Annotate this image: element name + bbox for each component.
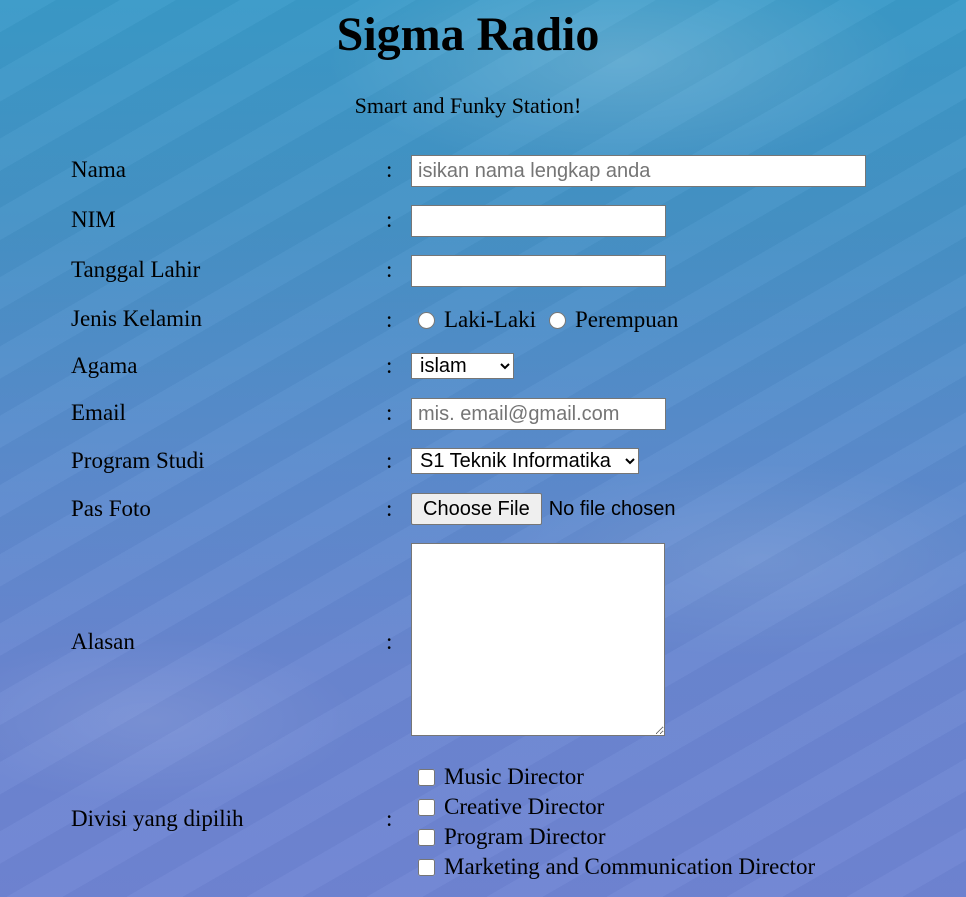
jenis-kelamin-colon: : — [386, 307, 393, 332]
agama-select[interactable]: islam — [411, 353, 514, 379]
divisi-option: Marketing and Communication Director — [411, 852, 815, 882]
email-label: Email — [71, 400, 126, 425]
divisi-checkbox-group: Music Director Creative Director Program… — [411, 762, 815, 882]
program-studi-select[interactable]: S1 Teknik Informatika — [411, 448, 639, 474]
email-colon: : — [386, 400, 393, 425]
divisi-option: Creative Director — [411, 792, 815, 822]
jenis-kelamin-label: Jenis Kelamin — [71, 306, 202, 331]
divisi-option: Program Director — [411, 822, 815, 852]
checkbox-creative-director[interactable] — [418, 798, 435, 816]
tanggal-lahir-label: Tanggal Lahir — [71, 257, 201, 282]
agama-label: Agama — [71, 353, 138, 378]
tanggal-lahir-input[interactable] — [411, 255, 666, 287]
radio-laki-laki-label: Laki-Laki — [444, 307, 536, 332]
divisi-option: Music Director — [411, 762, 815, 792]
checkbox-marketing-communication-director[interactable] — [418, 858, 435, 876]
agama-colon: : — [386, 353, 393, 378]
radio-laki-laki[interactable] — [418, 311, 435, 329]
program-studi-label: Program Studi — [71, 448, 205, 473]
pas-foto-label: Pas Foto — [71, 496, 151, 521]
page-title: Sigma Radio — [336, 8, 600, 61]
choose-file-button[interactable]: Choose File — [411, 493, 542, 525]
nim-input[interactable] — [411, 205, 666, 237]
divisi-label: Divisi yang dipilih — [71, 806, 244, 831]
file-status-text: No file chosen — [548, 497, 676, 520]
email-input[interactable] — [411, 398, 666, 430]
nim-colon: : — [386, 207, 393, 232]
nim-label: NIM — [71, 207, 116, 232]
radio-perempuan-label: Perempuan — [574, 307, 679, 332]
program-studi-colon: : — [386, 448, 393, 473]
divisi-colon: : — [386, 806, 393, 831]
nama-colon: : — [386, 157, 393, 182]
checkbox-music-director[interactable] — [418, 768, 435, 786]
tanggal-lahir-colon: : — [386, 257, 393, 282]
alasan-label: Alasan — [71, 629, 135, 654]
nama-input[interactable] — [411, 155, 866, 187]
checkbox-label: Marketing and Communication Director — [444, 854, 816, 879]
checkbox-program-director[interactable] — [418, 828, 435, 846]
jenis-kelamin-group: Laki-Laki Perempuan — [411, 306, 678, 334]
checkbox-label: Music Director — [444, 764, 584, 789]
alasan-colon: : — [386, 629, 393, 654]
checkbox-label: Program Director — [444, 824, 606, 849]
page-subtitle: Smart and Funky Station! — [354, 93, 582, 118]
radio-perempuan[interactable] — [548, 311, 566, 329]
checkbox-label: Creative Director — [444, 794, 605, 819]
nama-label: Nama — [71, 157, 126, 182]
alasan-textarea[interactable] — [411, 543, 665, 736]
pas-foto-colon: : — [386, 496, 393, 521]
